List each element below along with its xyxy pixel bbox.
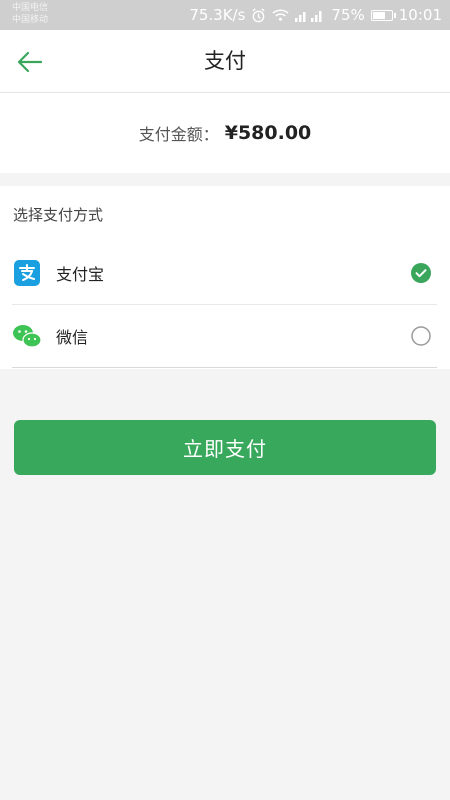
amount-label: 支付金额：: [138, 125, 219, 144]
amount-section: 支付金额： ¥580.00: [0, 93, 450, 173]
battery-percent: 75%: [331, 6, 365, 24]
page-title: 支付: [204, 49, 246, 73]
alipay-label: 支付宝: [56, 265, 105, 284]
clock: 10:01: [398, 6, 442, 24]
carrier-1: 中国电信: [12, 3, 49, 13]
battery-icon: [370, 9, 396, 21]
status-bar: 中国电信 中国移动 75.3K/s 75% 10:01: [0, 0, 450, 30]
alarm-icon: [251, 7, 266, 23]
radio-unchecked-icon[interactable]: [411, 326, 431, 346]
network-speed: 75.3K/s: [189, 6, 246, 24]
battery-fill: [372, 11, 385, 19]
payment-method-section: 选择支付方式 支付宝 微信: [0, 186, 450, 369]
pay-now-button[interactable]: 立即支付: [14, 420, 436, 475]
navigation-bar: 支付: [0, 30, 450, 93]
amount-value: ¥580.00: [224, 122, 312, 144]
carrier-info: 中国电信 中国移动: [12, 2, 48, 26]
alipay-icon: [12, 258, 42, 288]
payment-method-title: 选择支付方式: [13, 206, 104, 224]
payment-option-alipay[interactable]: 支付宝: [12, 242, 437, 305]
carrier-2: 中国移动: [12, 15, 49, 25]
wechat-label: 微信: [56, 328, 89, 347]
check-circle-icon[interactable]: [411, 263, 431, 283]
status-right: 75.3K/s 75% 10:01: [189, 0, 442, 30]
signal-icon: [295, 9, 325, 22]
wifi-icon: [272, 8, 289, 22]
wechat-icon: [12, 321, 42, 351]
payment-option-wechat[interactable]: 微信: [12, 305, 437, 368]
